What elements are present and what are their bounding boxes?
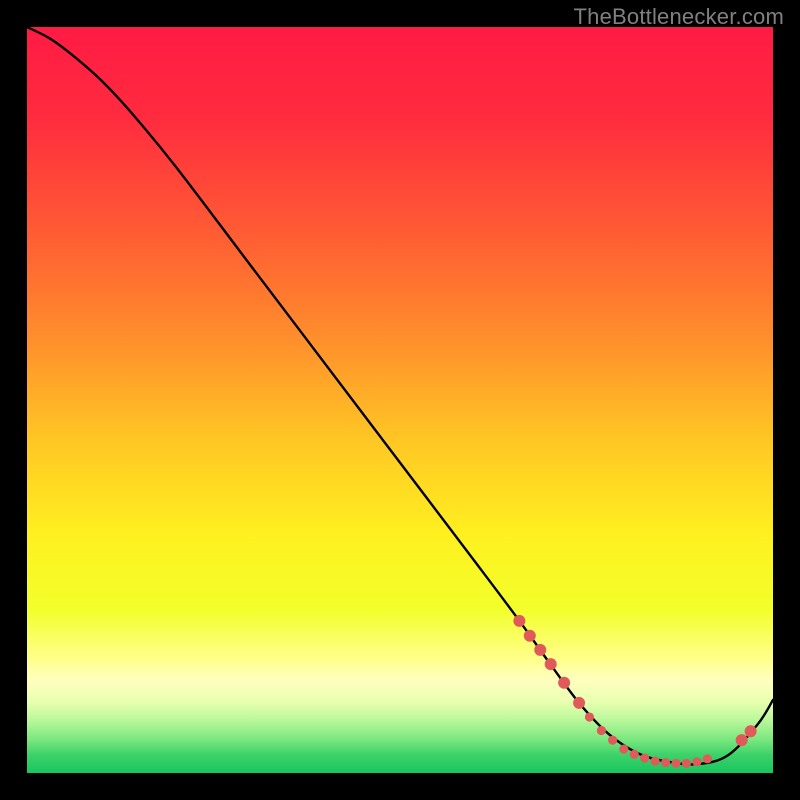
- highlight-dot: [534, 644, 546, 656]
- highlight-dot: [619, 745, 628, 754]
- chart-stage: TheBottlenecker.com: [0, 0, 800, 800]
- highlight-dot: [661, 758, 670, 767]
- bottleneck-chart: [27, 27, 773, 773]
- highlight-dot: [597, 726, 606, 735]
- highlight-dot: [651, 756, 660, 765]
- watermark-text: TheBottlenecker.com: [574, 4, 784, 30]
- gradient-panel: [27, 27, 773, 773]
- highlight-dot: [682, 759, 691, 768]
- highlight-dot: [558, 677, 570, 689]
- highlight-dot: [640, 753, 649, 762]
- highlight-dot: [608, 736, 617, 745]
- highlight-dot: [513, 615, 525, 627]
- highlight-dot: [692, 757, 701, 766]
- highlight-dot: [630, 750, 639, 759]
- highlight-dot: [573, 697, 585, 709]
- highlight-dot: [745, 725, 757, 737]
- highlight-dot: [671, 759, 680, 768]
- highlight-dot: [545, 658, 557, 670]
- highlight-dot: [524, 630, 536, 642]
- highlight-dot: [703, 754, 712, 763]
- highlight-dot: [736, 734, 748, 746]
- highlight-dot: [585, 712, 594, 721]
